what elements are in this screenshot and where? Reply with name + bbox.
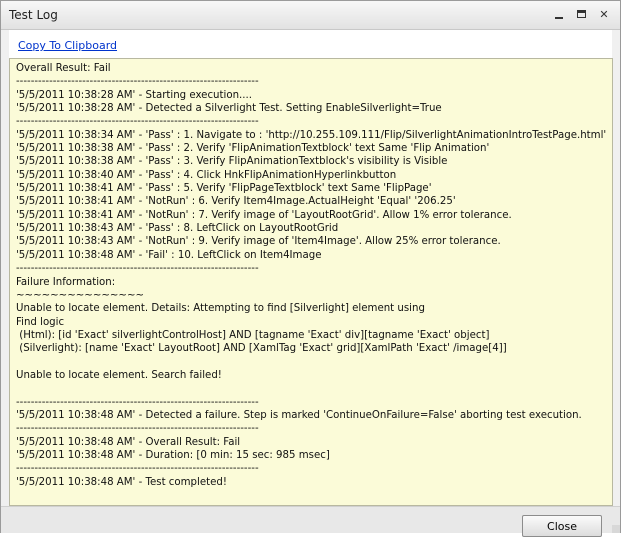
log-line: ----------------------------------------…: [16, 263, 259, 275]
log-line: (Silverlight): [name 'Exact' LayoutRoot]…: [16, 343, 507, 355]
log-line: '5/5/2011 10:38:41 AM' - 'Pass' : 5. Ver…: [16, 183, 432, 195]
log-line: '5/5/2011 10:38:40 AM' - 'Pass' : 4. Cli…: [16, 169, 397, 181]
log-line: Failure Information:: [16, 276, 116, 288]
log-line: '5/5/2011 10:38:28 AM' - Detected a Silv…: [16, 103, 442, 115]
log-text: Overall Result: Fail -------------------…: [10, 59, 612, 489]
log-line: '5/5/2011 10:38:43 AM' - 'Pass' : 8. Lef…: [16, 223, 339, 235]
maximize-icon[interactable]: [574, 7, 590, 23]
log-line: Find logic: [16, 316, 65, 328]
log-line: '5/5/2011 10:38:48 AM' - Duration: [0 mi…: [16, 449, 330, 461]
log-line: Overall Result: Fail: [16, 63, 111, 74]
window-title: Test Log: [9, 8, 58, 22]
log-line: '5/5/2011 10:38:38 AM' - 'Pass' : 2. Ver…: [16, 143, 490, 155]
log-line: Unable to locate element. Details: Attem…: [16, 303, 425, 315]
log-panel[interactable]: Overall Result: Fail -------------------…: [9, 58, 613, 506]
footer-bar: Close: [1, 506, 620, 537]
close-icon[interactable]: ✕: [596, 7, 612, 23]
title-bar[interactable]: Test Log ✕: [1, 1, 620, 30]
log-line: '5/5/2011 10:38:43 AM' - 'NotRun' : 9. V…: [16, 236, 501, 248]
log-line: ----------------------------------------…: [16, 116, 259, 128]
log-line: ----------------------------------------…: [16, 463, 259, 475]
resize-grip-icon[interactable]: [612, 525, 620, 533]
close-button[interactable]: Close: [522, 515, 602, 537]
log-line: ~~~~~~~~~~~~~~~: [16, 289, 145, 301]
log-line: Unable to locate element. Search failed!: [16, 369, 222, 381]
log-line: '5/5/2011 10:38:48 AM' - Test completed!: [16, 476, 227, 488]
log-line: '5/5/2011 10:38:28 AM' - Starting execut…: [16, 89, 252, 101]
log-line: '5/5/2011 10:38:48 AM' - Detected a fail…: [16, 409, 582, 421]
minimize-icon[interactable]: [551, 7, 567, 23]
log-line: '5/5/2011 10:38:48 AM' - Overall Result:…: [16, 436, 241, 448]
test-log-window: Test Log ✕ Copy To Clipboard Overall Res…: [0, 0, 621, 537]
log-line: '5/5/2011 10:38:38 AM' - 'Pass' : 3. Ver…: [16, 156, 448, 168]
log-line: (Html): [id 'Exact' silverlightControlHo…: [16, 329, 490, 341]
log-line: ----------------------------------------…: [16, 76, 259, 88]
copy-to-clipboard-link[interactable]: Copy To Clipboard: [18, 39, 117, 52]
log-line: ----------------------------------------…: [16, 423, 259, 435]
log-line: ----------------------------------------…: [16, 396, 259, 408]
log-line: '5/5/2011 10:38:34 AM' - 'Pass' : 1. Nav…: [16, 129, 607, 141]
link-bar: Copy To Clipboard: [9, 30, 612, 58]
log-line: '5/5/2011 10:38:41 AM' - 'NotRun' : 7. V…: [16, 209, 512, 221]
log-line: '5/5/2011 10:38:41 AM' - 'NotRun' : 6. V…: [16, 196, 456, 208]
log-line: '5/5/2011 10:38:48 AM' - 'Fail' : 10. Le…: [16, 249, 322, 261]
